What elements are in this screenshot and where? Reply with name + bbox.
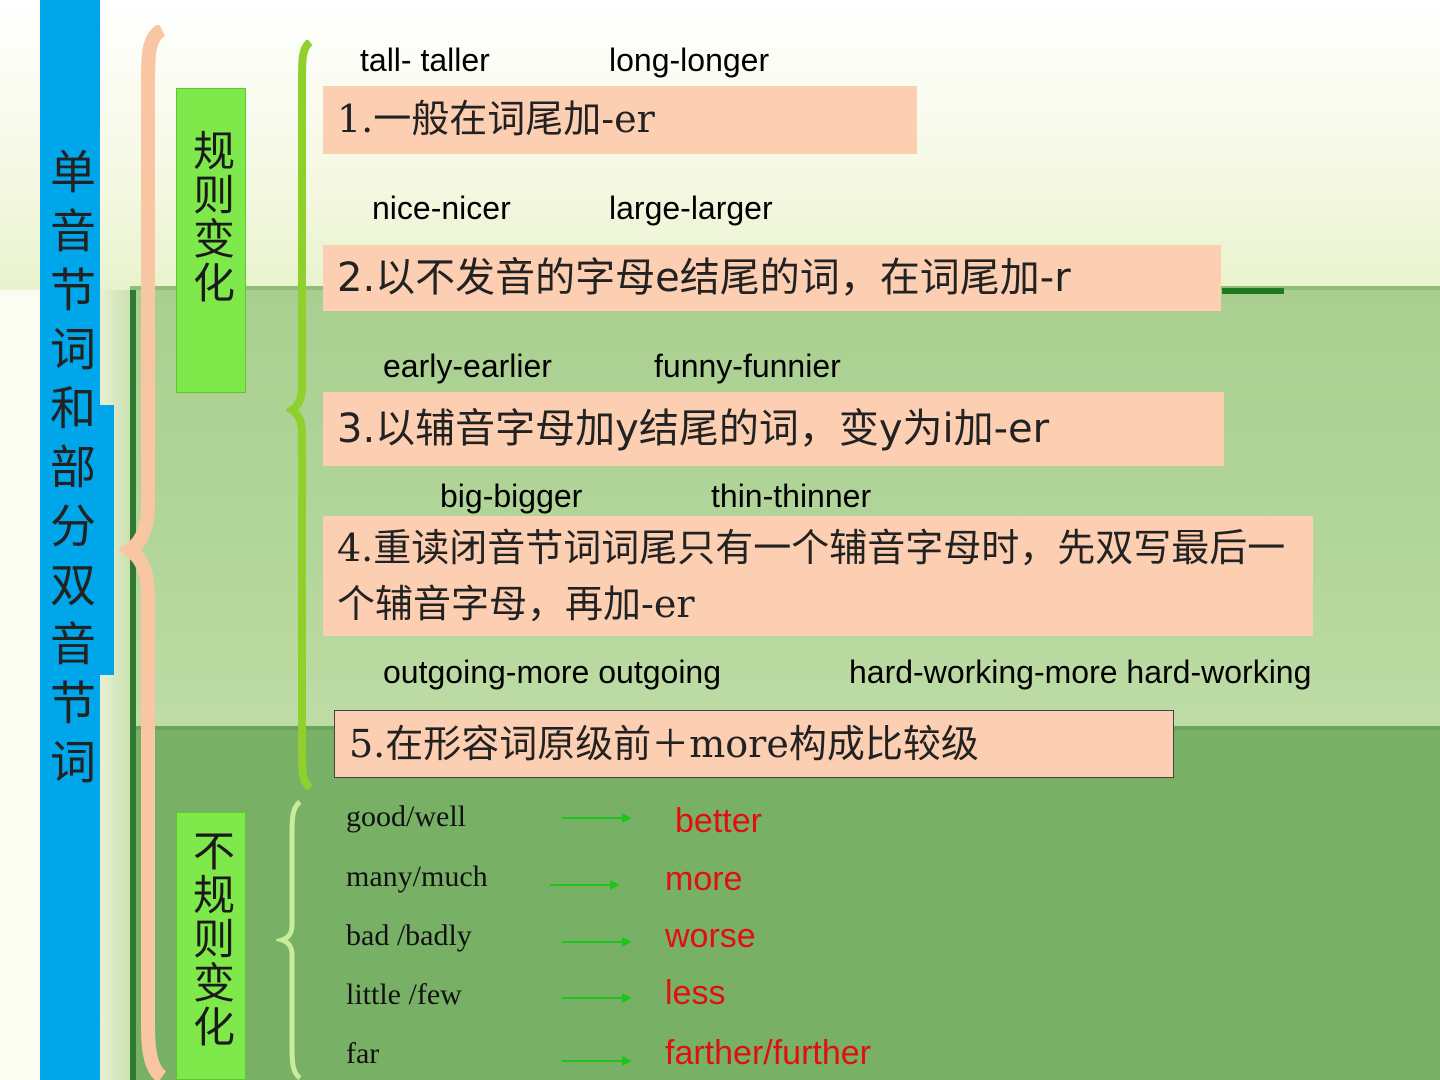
irregular-word-5: far [346, 1037, 380, 1070]
main-brace [117, 25, 167, 1080]
rule2-box: 2.以不发音的字母e结尾的词，在词尾加-r [323, 245, 1221, 311]
rule4-example-1: big-bigger [440, 478, 583, 514]
irregular-result-4: less [665, 974, 726, 1012]
irregular-result-1: better [675, 802, 762, 840]
irregular-result-2: more [665, 860, 743, 898]
background-lower-band [130, 728, 1440, 1080]
irregular-result-3: worse [665, 917, 756, 955]
rule4-box: 4.重读闭音节词词尾只有一个辅音字母时，先双写最后一个辅音字母，再加-er [323, 516, 1313, 636]
arrow-icon [562, 1056, 632, 1066]
irregular-brace [276, 800, 302, 1080]
arrow-icon [562, 993, 632, 1003]
rule3-example-1: early-earlier [383, 348, 552, 384]
green-dash-decoration [1222, 288, 1284, 294]
main-title: 单音节词和部分双音节词 [43, 148, 97, 797]
irregular-word-4: little /few [346, 978, 462, 1011]
regular-brace [286, 40, 313, 790]
rule5-example-1: outgoing-more outgoing [383, 654, 722, 690]
rule2-example-2: large-larger [609, 190, 773, 226]
arrow-icon [562, 813, 632, 823]
rule2-example-1: nice-nicer [372, 190, 511, 226]
category-regular: 规则变化 [176, 88, 246, 393]
rule5-example-2: hard-working-more hard-working [849, 654, 1312, 690]
rule3-box: 3.以辅音字母加y结尾的词，变y为i加-er [323, 392, 1224, 466]
rule1-box: 1.一般在词尾加-er [323, 86, 917, 154]
category-irregular-label: 不规则变化 [186, 829, 236, 1049]
rule4-example-2: thin-thinner [711, 478, 872, 514]
rule3-example-2: funny-funnier [654, 348, 841, 384]
irregular-word-2: many/much [346, 860, 488, 893]
arrow-icon [562, 937, 632, 947]
category-regular-label: 规则变化 [186, 129, 236, 305]
irregular-word-3: bad /badly [346, 919, 472, 952]
arrow-icon [550, 880, 620, 890]
rule1-example-1: tall- taller [360, 42, 490, 78]
title-bar: 单音节词和部分双音节词 [40, 0, 100, 1080]
irregular-result-5: farther/further [665, 1034, 871, 1072]
irregular-word-1: good/well [346, 800, 466, 833]
rule1-example-2: long-longer [609, 42, 770, 78]
rule5-box: 5.在形容词原级前＋more构成比较级 [334, 710, 1174, 778]
category-irregular: 不规则变化 [176, 812, 246, 1080]
